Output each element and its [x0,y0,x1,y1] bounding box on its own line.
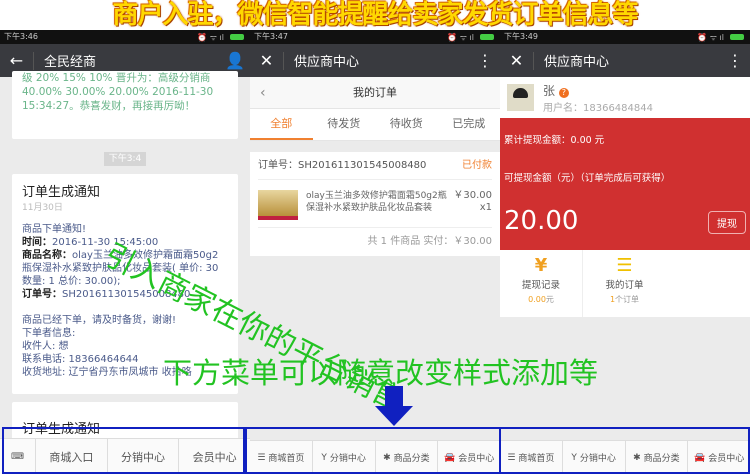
withdraw-records[interactable]: ¥ 提现记录 0.00元 [500,250,583,317]
header: ✕ 供应商中心 ⋮ [250,44,500,77]
sub-title: 我的订单 [353,86,397,99]
product-name: olay玉兰油多效修护霜面霜50g2瓶 保湿补水紧致护肤品化妆品套装 [306,191,447,213]
status-time: 下午3:49 [504,32,538,41]
status-time: 下午3:47 [254,32,288,41]
order-summary: 共 1 件商品 实付：￥30.00 [367,236,492,247]
available-amount: 20.00 [504,206,579,236]
product-quantity: x1 [479,202,492,213]
highlight-box [499,427,750,474]
tab-to-ship[interactable]: 待发货 [313,109,376,140]
card-title: 订单生成通知 [22,185,101,200]
back-icon[interactable]: ← [0,51,34,70]
time-label: 时间： [22,237,52,248]
user-name: 张 [543,83,556,98]
status-bar: 下午3:46 ⏰ ᯤ ıl [0,30,250,44]
battery-icon [730,34,744,40]
order-label: 订单号： [22,289,62,300]
total-withdrawn: 累计提现金额：0.00 元 [504,135,605,146]
order-number: 订单号：SH201611301545008480 [258,160,427,171]
stat-unit: 个订单 [615,295,640,304]
more-icon[interactable]: ⋮ [470,51,500,70]
withdraw-button[interactable]: 提现 [708,211,746,234]
battery-icon [230,34,244,40]
banner-title: 商户入驻，微信智能提醒给卖家发货订单信息等 [112,0,638,30]
card-date: 11月30日 [22,203,63,213]
overlay-menu-note: 下方菜单可以随意改变样式添加等 [163,356,599,390]
user-icon[interactable]: 👤 [220,51,250,70]
status-time: 下午3:46 [4,32,38,41]
signal-icon: ⏰ ᯤ ıl [197,33,224,42]
order-tabs: 全部 待发货 待收货 已完成 [250,109,500,141]
stat-label: 提现记录 [521,280,560,291]
card-line: 下单者信息: [22,328,76,339]
phone-supplier-center: 下午3:49 ⏰ ᯤ ıl ✕ 供应商中心 ⋮ 张 ? 用户名：18366484844 … [500,30,750,474]
avatar [507,84,534,111]
close-icon[interactable]: ✕ [500,51,534,70]
status-bar: 下午3:47 ⏰ ᯤ ıl [250,30,500,44]
stat-unit: 元 [545,295,554,304]
help-icon[interactable]: ? [558,87,569,98]
sub-header: ‹ 我的订单 [250,77,500,109]
username: 用户名：18366484844 [543,102,653,114]
stats: ¥ 提现记录 0.00元 ☰ 我的订单 1个订单 [500,250,750,317]
time-chip: 下午3:4 [103,152,147,166]
arrow-down-icon [385,386,403,408]
header-title: 全民经商 [44,55,97,70]
order-status: 已付款 [462,160,492,171]
header-title: 供应商中心 [544,55,610,70]
name-label: 商品名称： [22,250,72,261]
product-image [258,190,298,220]
more-icon[interactable]: ⋮ [720,51,750,70]
product-price: ￥30.00 [453,190,492,201]
arrow-head [375,406,413,426]
highlight-box [245,427,501,474]
tab-to-receive[interactable]: 待收货 [375,109,438,140]
signal-icon: ⏰ ᯤ ıl [697,33,724,42]
previous-message: 级 20% 15% 10% 晋升为：高级分销商 40.00% 30.00% 20… [12,71,238,139]
order-card[interactable]: 订单号：SH201611301545008480 已付款 olay玉兰油多效修护霜… [250,152,500,256]
previous-message-text: 级 20% 15% 10% 晋升为：高级分销商 40.00% 30.00% 20… [22,72,214,112]
balance-panel: 累计提现金额：0.00 元 可提现金额（元）（订单完成后可获得） 20.00 提… [500,118,750,250]
back-icon[interactable]: ‹ [260,77,266,109]
available-label: 可提现金额（元）（订单完成后可获得） [504,173,671,184]
stat-value: 0.00 [528,295,546,304]
tab-completed[interactable]: 已完成 [438,109,501,140]
profile: 张 ? 用户名：18366484844 [500,77,750,118]
stat-label: 我的订单 [605,280,644,291]
close-icon[interactable]: ✕ [250,51,284,70]
yen-icon: ¥ [534,255,548,276]
highlight-box [2,427,245,474]
status-bar: 下午3:49 ⏰ ᯤ ıl [500,30,750,44]
my-orders[interactable]: ☰ 我的订单 1个订单 [583,250,666,317]
list-icon: ☰ [616,255,633,276]
signal-icon: ⏰ ᯤ ıl [447,33,474,42]
header: ✕ 供应商中心 ⋮ [500,44,750,77]
header-title: 供应商中心 [294,55,360,70]
battery-icon [480,34,494,40]
tab-all[interactable]: 全部 [250,109,313,140]
